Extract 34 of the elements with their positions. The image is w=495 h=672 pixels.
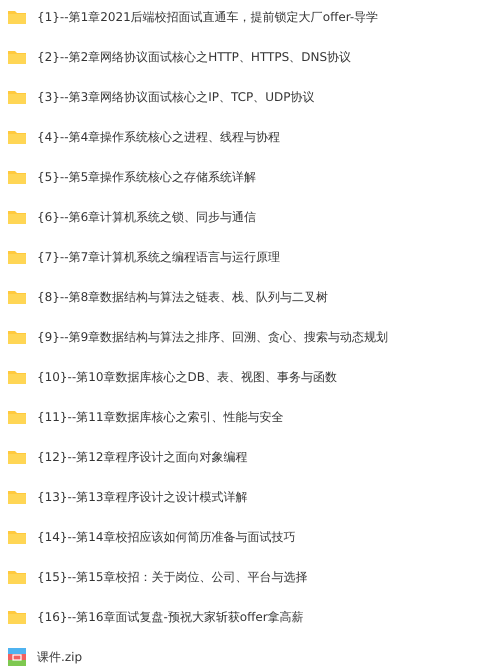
file-name[interactable]: {10}--第10章数据库核心之DB、表、视图、事务与函数: [37, 368, 337, 386]
file-name[interactable]: {3}--第3章网络协议面试核心之IP、TCP、UDP协议: [37, 88, 314, 106]
file-name[interactable]: {12}--第12章程序设计之面向对象编程: [37, 448, 248, 466]
file-name[interactable]: {11}--第11章数据库核心之索引、性能与安全: [37, 408, 284, 426]
folder-icon: [7, 328, 27, 346]
folder-icon: [7, 368, 27, 386]
folder-icon: [7, 448, 27, 466]
archive-icon: [7, 648, 27, 666]
folder-icon: [7, 168, 27, 186]
file-name[interactable]: {13}--第13章程序设计之设计模式详解: [37, 488, 248, 506]
folder-icon: [7, 568, 27, 586]
folder-icon: [7, 408, 27, 426]
folder-icon: [7, 88, 27, 106]
folder-icon: [7, 608, 27, 626]
file-name[interactable]: {9}--第9章数据结构与算法之排序、回溯、贪心、搜索与动态规划: [37, 328, 388, 346]
file-name[interactable]: {4}--第4章操作系统核心之进程、线程与协程: [37, 128, 280, 146]
file-name[interactable]: {14}--第14章校招应该如何简历准备与面试技巧: [37, 528, 296, 546]
file-name[interactable]: {7}--第7章计算机系统之编程语言与运行原理: [37, 248, 280, 266]
folder-icon: [7, 128, 27, 146]
folder-icon: [7, 248, 27, 266]
folder-icon: [7, 208, 27, 226]
file-name[interactable]: {1}--第1章2021后端校招面试直通车，提前锁定大厂offer-导学: [37, 8, 378, 26]
folder-icon: [7, 488, 27, 506]
file-name[interactable]: {5}--第5章操作系统核心之存储系统详解: [37, 168, 256, 186]
file-name[interactable]: {6}--第6章计算机系统之锁、同步与通信: [37, 208, 256, 226]
folder-icon: [7, 48, 27, 66]
file-name[interactable]: {16}--第16章面试复盘-预祝大家斩获offer拿高薪: [37, 608, 304, 626]
folder-icon: [7, 8, 27, 26]
file-name[interactable]: 课件.zip: [37, 648, 82, 666]
folder-icon: [7, 528, 27, 546]
file-name[interactable]: {8}--第8章数据结构与算法之链表、栈、队列与二叉树: [37, 288, 328, 306]
folder-icon: [7, 288, 27, 306]
file-name[interactable]: {15}--第15章校招：关于岗位、公司、平台与选择: [37, 568, 308, 586]
file-name[interactable]: {2}--第2章网络协议面试核心之HTTP、HTTPS、DNS协议: [37, 48, 352, 66]
